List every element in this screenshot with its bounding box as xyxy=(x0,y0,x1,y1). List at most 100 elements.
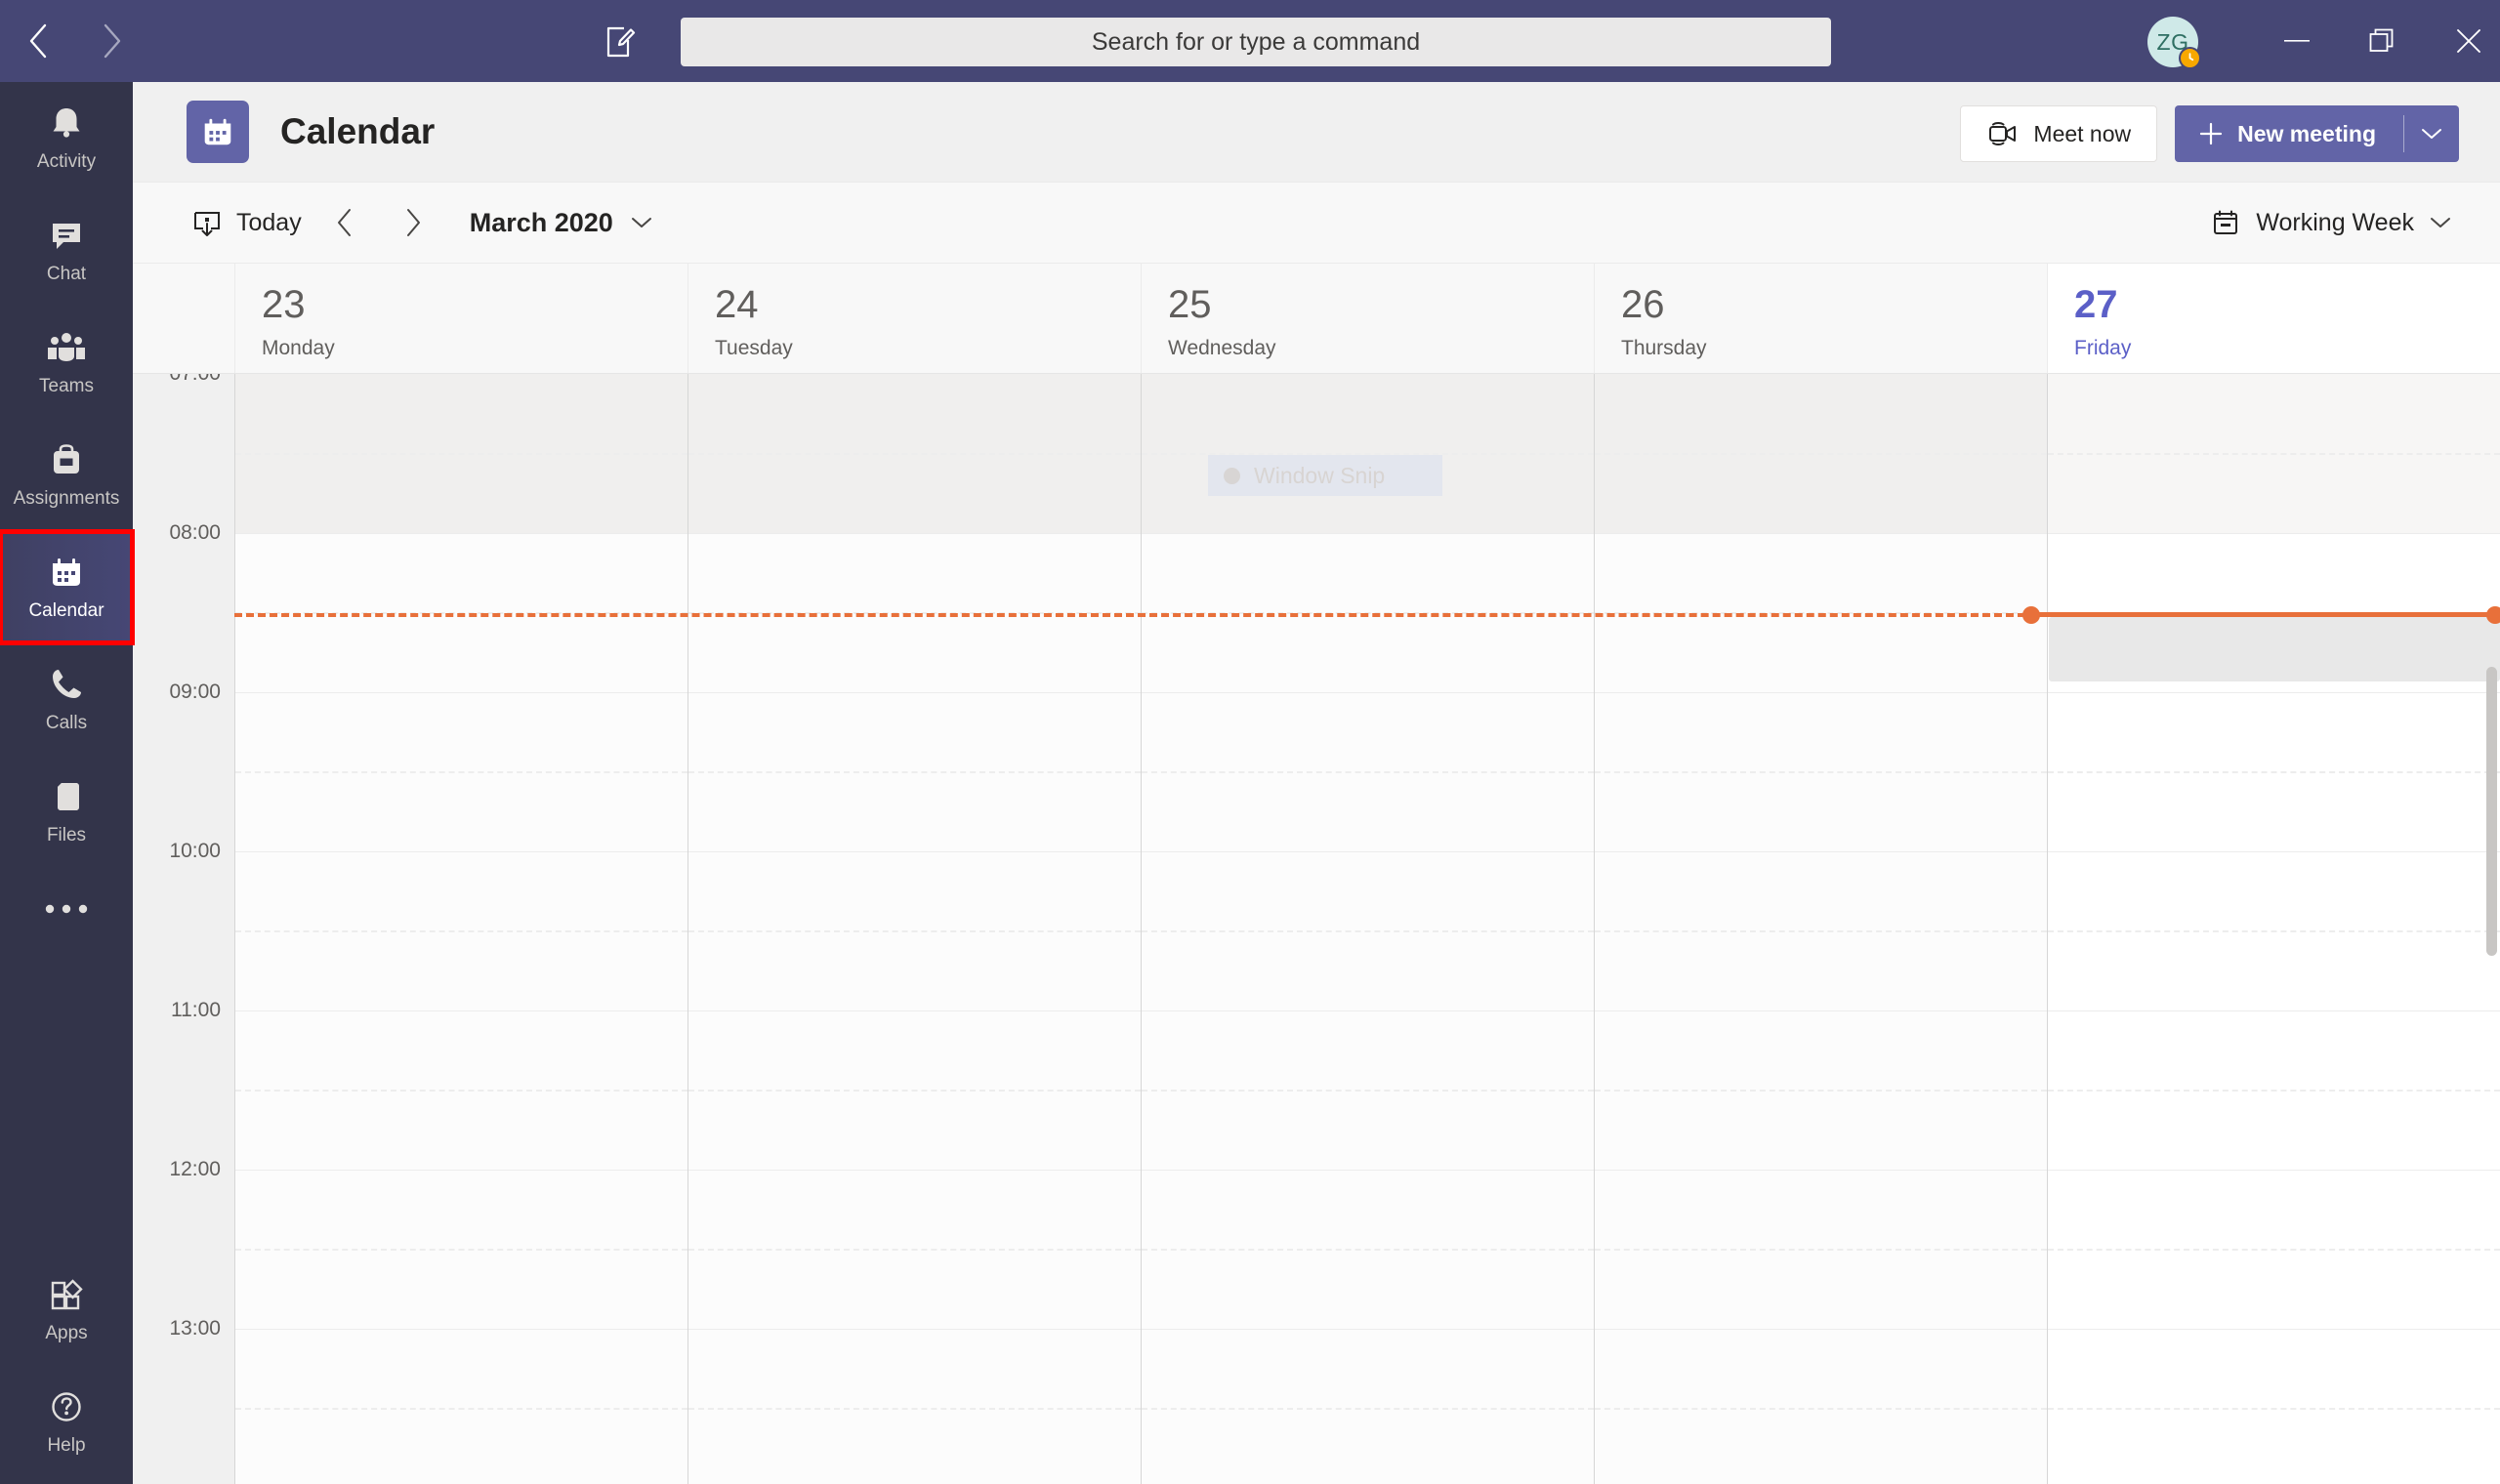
sidebar-item-label: Calls xyxy=(45,713,88,733)
today-label: Today xyxy=(236,208,302,236)
grid-scrollbar-thumb[interactable] xyxy=(2486,667,2497,956)
day-name: Tuesday xyxy=(715,337,793,359)
sidebar-item-label: Assignments xyxy=(13,488,120,509)
month-picker[interactable]: March 2020 xyxy=(470,208,652,238)
forward-button[interactable] xyxy=(90,20,133,62)
chevron-left-icon xyxy=(29,23,47,59)
close-button[interactable] xyxy=(2428,0,2500,82)
sidebar-item-label: Activity xyxy=(36,151,97,172)
apps-icon xyxy=(51,1279,83,1310)
phone-icon xyxy=(53,670,81,698)
left-rail: Activity Chat Teams Assignments Calendar… xyxy=(0,82,135,1484)
rail-bottom-group: Apps Help xyxy=(0,1254,133,1478)
sidebar-item-label: Teams xyxy=(39,376,94,396)
sidebar-item-calendar[interactable]: Calendar xyxy=(0,529,135,645)
day-header-thursday[interactable]: 26 Thursday xyxy=(1594,264,2047,373)
chevron-right-icon xyxy=(104,23,121,59)
back-button[interactable] xyxy=(18,20,61,62)
time-gutter: 07:00 08:00 09:00 10:00 11:00 12:00 13:0… xyxy=(133,374,234,1484)
search-input[interactable]: Search for or type a command xyxy=(681,18,1831,66)
sidebar-item-chat[interactable]: Chat xyxy=(0,194,133,307)
minimize-icon xyxy=(2284,40,2310,42)
calendar-view-icon xyxy=(2214,210,2238,234)
chevron-right-icon xyxy=(406,209,420,236)
gutter-header xyxy=(133,264,234,373)
maximize-button[interactable] xyxy=(2342,0,2424,82)
minimize-button[interactable] xyxy=(2256,0,2338,82)
calendar-icon xyxy=(53,558,80,586)
title-bar: Search for or type a command ZG xyxy=(0,0,2500,82)
grid-inner: 07:00 08:00 09:00 10:00 11:00 12:00 13:0… xyxy=(133,374,2500,1484)
day-header-row: 23 Monday 24 Tuesday 25 Wednesday 26 Thu… xyxy=(133,264,2500,374)
event-window-snip[interactable]: Window Snip xyxy=(1208,455,1442,496)
chevron-down-icon xyxy=(631,218,651,227)
plus-icon xyxy=(2200,122,2223,145)
today-button[interactable]: Today xyxy=(191,207,302,238)
main-content: Calendar Meet now New meeting Today Marc… xyxy=(133,82,2500,1484)
day-name: Wednesday xyxy=(1168,337,1276,359)
new-chat-button[interactable] xyxy=(598,20,643,64)
sidebar-item-label: Calendar xyxy=(28,600,104,621)
day-number: 27 xyxy=(2074,283,2118,326)
sidebar-item-label: Help xyxy=(47,1435,86,1456)
day-column-thursday[interactable] xyxy=(1594,374,2047,1484)
view-selector[interactable]: Working Week xyxy=(2211,208,2451,237)
sidebar-item-assignments[interactable]: Assignments xyxy=(0,419,133,531)
prev-week-button[interactable] xyxy=(319,197,370,248)
time-label: 11:00 xyxy=(171,999,221,1021)
day-column-monday[interactable] xyxy=(234,374,688,1484)
calendar-toolbar: Today March 2020 Working Week xyxy=(133,182,2500,264)
avatar[interactable]: ZG xyxy=(2147,17,2201,69)
day-number: 25 xyxy=(1168,283,1212,326)
event-title: Window Snip xyxy=(1254,462,1386,488)
new-meeting-dropdown-button[interactable] xyxy=(2404,127,2459,141)
sidebar-item-help[interactable]: Help xyxy=(0,1366,133,1478)
chevron-down-icon xyxy=(2431,218,2450,227)
view-label: Working Week xyxy=(2256,208,2414,236)
grid-scrollbar-track[interactable] xyxy=(2484,374,2500,1484)
busy-block[interactable] xyxy=(2049,617,2500,681)
day-name: Thursday xyxy=(1621,337,1707,359)
day-header-wednesday[interactable]: 25 Wednesday xyxy=(1141,264,1594,373)
sidebar-item-calls[interactable]: Calls xyxy=(0,643,133,756)
sidebar-item-label: Files xyxy=(46,825,87,845)
time-label: 07:00 xyxy=(169,374,221,386)
compose-icon xyxy=(606,26,636,58)
calendar-today-icon xyxy=(194,212,220,236)
sidebar-item-apps[interactable]: Apps xyxy=(0,1254,133,1366)
new-meeting-label: New meeting xyxy=(2237,120,2376,146)
sidebar-item-files[interactable]: Files xyxy=(0,756,133,868)
chevron-down-icon xyxy=(2422,129,2441,139)
clock-icon xyxy=(2188,53,2194,62)
file-icon xyxy=(58,783,79,810)
sidebar-item-teams[interactable]: Teams xyxy=(0,307,133,419)
new-meeting-button[interactable]: New meeting xyxy=(2175,105,2459,162)
header-actions: Meet now New meeting xyxy=(1960,105,2459,162)
day-number: 23 xyxy=(262,283,306,326)
day-column-tuesday[interactable] xyxy=(688,374,1141,1484)
search-placeholder: Search for or type a command xyxy=(1091,27,1421,56)
new-meeting-main[interactable]: New meeting xyxy=(2175,121,2403,147)
day-number: 26 xyxy=(1621,283,1665,326)
sidebar-item-activity[interactable]: Activity xyxy=(0,82,133,194)
day-column-wednesday[interactable]: Window Snip xyxy=(1141,374,1594,1484)
day-name: Friday xyxy=(2074,337,2132,359)
month-label: March 2020 xyxy=(469,207,613,237)
assignments-icon xyxy=(54,444,79,474)
day-header-friday[interactable]: 27 Friday xyxy=(2047,264,2500,373)
restore-icon xyxy=(2369,28,2394,52)
current-time-line xyxy=(2025,612,2500,617)
day-header-monday[interactable]: 23 Monday xyxy=(234,264,688,373)
day-column-friday[interactable] xyxy=(2047,374,2500,1484)
calendar-app-icon xyxy=(187,101,249,163)
meet-now-button[interactable]: Meet now xyxy=(1960,105,2158,162)
calendar-icon xyxy=(204,118,231,145)
close-icon xyxy=(2457,29,2480,53)
presence-badge-away xyxy=(2179,47,2201,69)
day-header-tuesday[interactable]: 24 Tuesday xyxy=(688,264,1141,373)
sidebar-item-more[interactable] xyxy=(0,868,133,958)
time-label: 12:00 xyxy=(169,1158,221,1180)
next-week-button[interactable] xyxy=(388,197,438,248)
chevron-left-icon xyxy=(337,209,351,236)
help-icon xyxy=(52,1392,81,1422)
